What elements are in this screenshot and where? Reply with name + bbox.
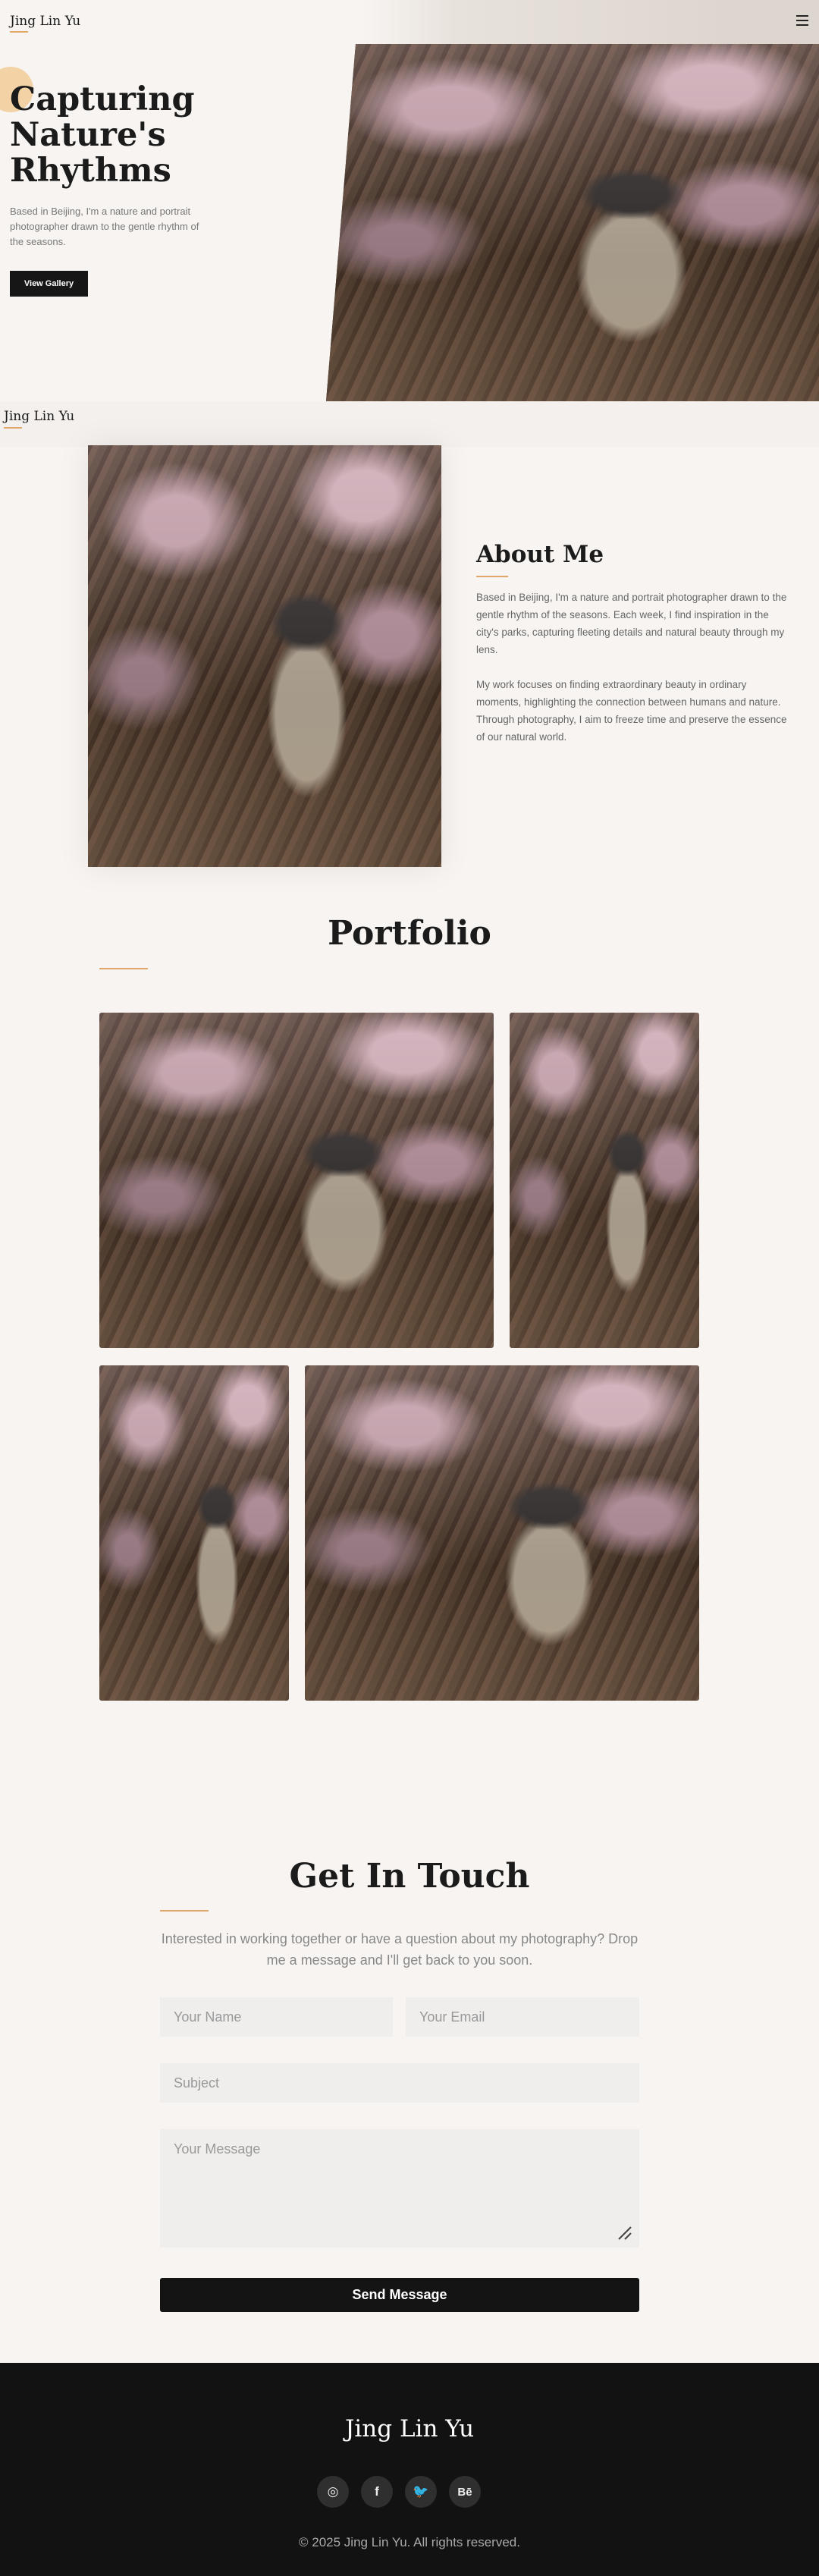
subject-field[interactable] [160, 2063, 639, 2103]
send-message-button[interactable]: Send Message [160, 2278, 639, 2312]
about-paragraph-1: Based in Beijing, I'm a nature and portr… [476, 592, 787, 655]
secondary-logo[interactable]: Jing Lin Yu [4, 409, 74, 424]
portfolio-title: Portfolio [328, 914, 491, 953]
hero-photo [326, 44, 819, 401]
resize-handle-icon[interactable] [616, 2224, 634, 2242]
section-divider-band [0, 401, 819, 447]
hamburger-menu-icon[interactable] [796, 15, 808, 26]
name-field[interactable] [160, 1997, 393, 2037]
portfolio-image-2[interactable] [510, 1013, 699, 1348]
about-title-underline [476, 576, 508, 577]
site-logo[interactable]: Jing Lin Yu [10, 14, 80, 29]
about-photo [88, 445, 441, 867]
portfolio-image-3[interactable] [99, 1365, 289, 1701]
portfolio-image-4[interactable] [305, 1365, 699, 1701]
contact-intro: Interested in working together or have a… [161, 1931, 639, 1968]
instagram-icon[interactable]: ◎ [317, 2476, 349, 2508]
copyright-text: © 2025 Jing Lin Yu. All rights reserved. [299, 2535, 520, 2549]
footer-logo[interactable]: Jing Lin Yu [0, 2415, 819, 2442]
email-field[interactable] [406, 1997, 639, 2037]
behance-icon[interactable]: Bē [449, 2476, 481, 2508]
hero-title: Capturing Nature's Rhythms [10, 80, 195, 190]
about-title: About Me [476, 541, 604, 568]
hero-description: Based in Beijing, I'm a nature and portr… [10, 206, 199, 247]
header-backdrop [364, 0, 819, 44]
view-gallery-button[interactable]: View Gallery [10, 271, 88, 297]
contact-title: Get In Touch [289, 1857, 530, 1896]
facebook-icon[interactable]: f [361, 2476, 393, 2508]
message-field[interactable] [160, 2129, 639, 2248]
twitter-icon[interactable]: 🐦 [405, 2476, 437, 2508]
portfolio-title-underline [99, 968, 148, 969]
contact-title-underline [160, 1910, 209, 1912]
secondary-logo-underline [4, 427, 22, 429]
about-paragraph-2: My work focuses on finding extraordinary… [476, 679, 787, 743]
portfolio-image-1[interactable] [99, 1013, 494, 1348]
logo-underline [10, 31, 28, 33]
